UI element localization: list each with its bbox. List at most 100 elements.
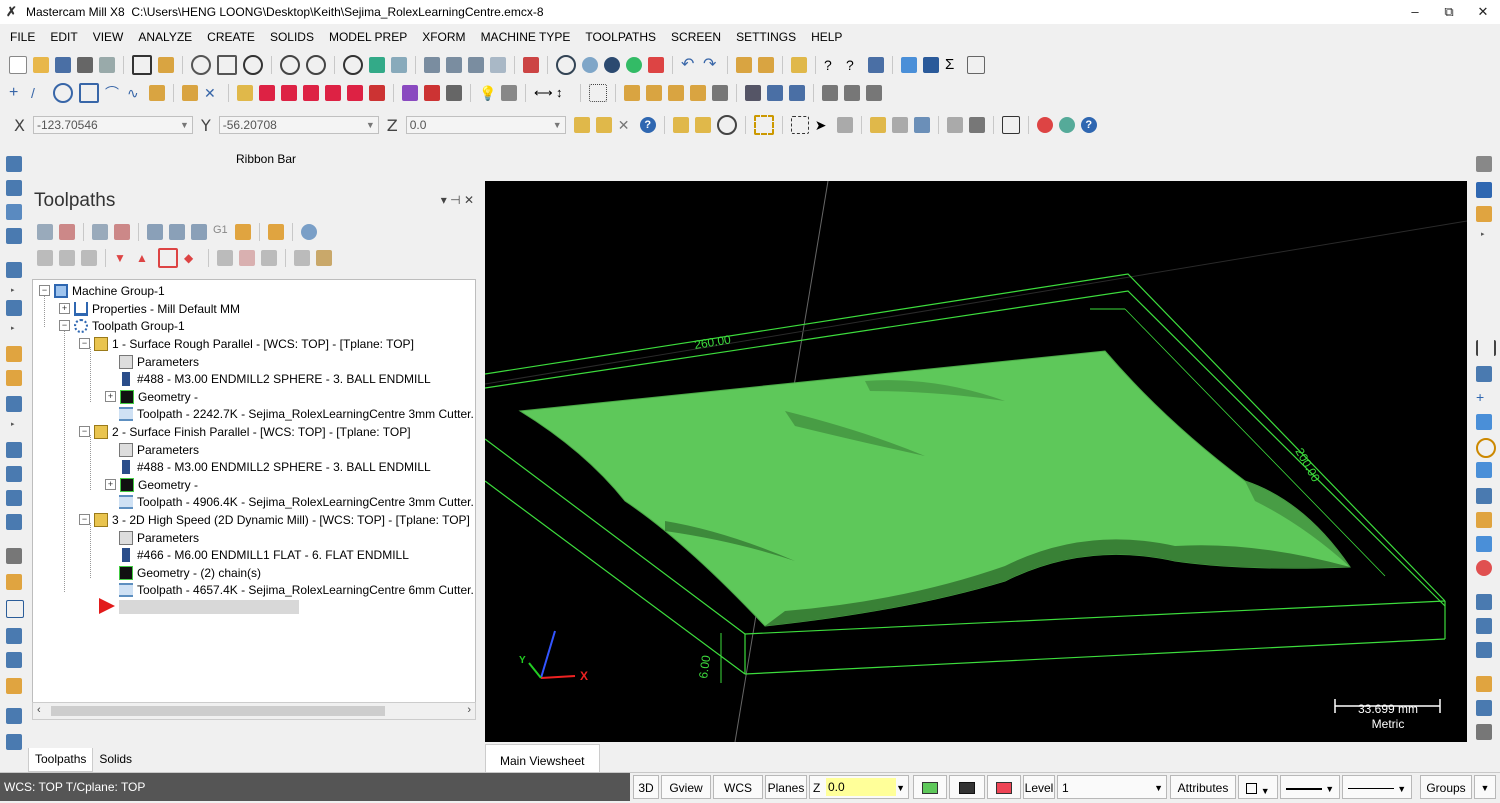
- planes-button[interactable]: Planes: [765, 775, 807, 799]
- hidden-line-icon[interactable]: [648, 57, 664, 73]
- solid-draft-icon[interactable]: [866, 85, 882, 101]
- open-file-icon[interactable]: [33, 57, 49, 73]
- attributes-button[interactable]: Attributes: [1170, 775, 1236, 799]
- scrollbar-thumb[interactable]: [51, 706, 385, 716]
- print-preview-icon[interactable]: [99, 57, 115, 73]
- move-insert-icon[interactable]: ◆: [184, 250, 200, 266]
- tool-manager-icon[interactable]: [6, 708, 22, 724]
- point-icon[interactable]: +: [9, 85, 25, 101]
- arc-icon[interactable]: [1476, 438, 1496, 458]
- solid-extrude-icon[interactable]: [745, 85, 761, 101]
- menu-machine-type[interactable]: MACHINE TYPE: [481, 30, 571, 44]
- gview-button[interactable]: Gview: [661, 775, 711, 799]
- undelete-icon[interactable]: [758, 57, 774, 73]
- mesh-icon[interactable]: [1476, 536, 1492, 552]
- stretch-icon[interactable]: [402, 85, 418, 101]
- plus-icon[interactable]: +: [1476, 390, 1492, 406]
- save-icon[interactable]: [55, 57, 71, 73]
- simulate-ops-icon[interactable]: [191, 224, 207, 240]
- groups-dropdown[interactable]: ▼: [1474, 775, 1496, 799]
- zoom-icon[interactable]: [243, 55, 263, 75]
- x-coordinate-field[interactable]: -123.70546 ▼: [32, 116, 193, 134]
- chevron-down-icon[interactable]: ▼: [896, 776, 905, 800]
- material-icon[interactable]: [626, 57, 642, 73]
- menu-create[interactable]: CREATE: [207, 30, 255, 44]
- pocket-icon[interactable]: [6, 262, 22, 278]
- analyze-icon[interactable]: [791, 57, 807, 73]
- zoom-out-icon[interactable]: [306, 55, 326, 75]
- tree-node-operation-3[interactable]: − 3 - 2D High Speed (2D Dynamic Mill) - …: [79, 511, 470, 528]
- no-entry-icon[interactable]: [1476, 560, 1492, 576]
- y-coordinate-field[interactable]: -56.20708 ▼: [218, 116, 379, 134]
- insert-arrow-icon[interactable]: [99, 598, 115, 614]
- relative-point-icon[interactable]: [595, 117, 612, 133]
- grid-select-icon[interactable]: [6, 600, 24, 618]
- backplot-icon[interactable]: [6, 442, 22, 458]
- sigma-icon[interactable]: Σ: [945, 57, 961, 73]
- tree-node-properties[interactable]: + Properties - Mill Default MM: [59, 300, 240, 317]
- solid-revolve-icon[interactable]: [767, 85, 783, 101]
- tree-node-geometry[interactable]: Geometry - (2) chain(s): [119, 564, 261, 581]
- new-file-icon[interactable]: [9, 56, 27, 74]
- graphics-viewport[interactable]: 260.00 200.00 6.00 X Y 33.699 mm Metric: [485, 181, 1467, 742]
- collapse-icon[interactable]: −: [79, 338, 90, 349]
- expand-icon[interactable]: +: [59, 303, 70, 314]
- machine-def-icon[interactable]: [6, 678, 22, 694]
- extend-icon[interactable]: [446, 85, 462, 101]
- z-coordinate-field[interactable]: 0.0 ▼: [405, 116, 566, 134]
- menu-file[interactable]: FILE: [10, 30, 35, 44]
- scroll-insert-icon[interactable]: [217, 250, 233, 266]
- lightbulb-icon[interactable]: 💡: [479, 85, 496, 101]
- solid-icon[interactable]: [149, 85, 165, 101]
- rectangle-icon[interactable]: [79, 83, 99, 103]
- restore-button[interactable]: ⧉: [1432, 0, 1466, 24]
- level-select[interactable]: 1 ▼: [1057, 775, 1167, 799]
- dynamic-rotate-icon[interactable]: [369, 57, 385, 73]
- solid-shell-icon[interactable]: [844, 85, 860, 101]
- tree-node-tool[interactable]: #488 - M3.00 ENDMILL2 SPHERE - 3. BALL E…: [119, 370, 431, 387]
- surface-rough-icon[interactable]: [6, 346, 22, 362]
- surface-ruled-icon[interactable]: [624, 85, 640, 101]
- ok-icon[interactable]: [1058, 117, 1075, 133]
- tree-node-toolpath[interactable]: Toolpath - 2242.7K - Sejima_RolexLearnin…: [119, 405, 474, 422]
- tab-toolpaths[interactable]: Toolpaths: [28, 748, 94, 772]
- color-icon[interactable]: [1476, 676, 1492, 692]
- lock-icon[interactable]: [6, 548, 22, 564]
- verify-icon[interactable]: [6, 466, 22, 482]
- view-cube-icon[interactable]: [1476, 156, 1492, 172]
- cube-select-icon[interactable]: [836, 117, 853, 133]
- redo-icon[interactable]: ↷: [703, 57, 719, 73]
- tree-node-tool[interactable]: #466 - M6.00 ENDMILL1 FLAT - 6. FLAT END…: [119, 546, 409, 563]
- facing-icon[interactable]: [6, 300, 22, 316]
- tab-solids[interactable]: Solids: [93, 748, 138, 772]
- surface-net-icon[interactable]: [712, 85, 728, 101]
- clear-point-icon[interactable]: ✕: [618, 117, 634, 133]
- level-icon[interactable]: [1476, 594, 1492, 610]
- info-icon[interactable]: [1476, 182, 1492, 198]
- spline-tool-icon[interactable]: [1476, 462, 1492, 478]
- menu-settings[interactable]: SETTINGS: [736, 30, 796, 44]
- chevron-down-icon[interactable]: ▼: [553, 120, 562, 130]
- xform-rotate-icon[interactable]: [281, 85, 297, 101]
- menu-model-prep[interactable]: MODEL PREP: [329, 30, 407, 44]
- post-ops-icon[interactable]: [235, 224, 251, 240]
- material-icon[interactable]: [6, 734, 22, 750]
- shaded-sphere-icon[interactable]: [582, 57, 598, 73]
- surface-revolved-icon[interactable]: [668, 85, 684, 101]
- delete-icon[interactable]: [736, 57, 752, 73]
- view-orientation-icon[interactable]: [523, 57, 539, 73]
- xform-mirror-icon[interactable]: [259, 85, 275, 101]
- xform-roll-icon[interactable]: [369, 85, 385, 101]
- line-tool-icon[interactable]: [1476, 414, 1492, 430]
- tree-node-parameters[interactable]: Parameters: [119, 529, 199, 546]
- repaint-icon[interactable]: [158, 57, 174, 73]
- highfeed-icon[interactable]: [268, 224, 284, 240]
- collapse-icon[interactable]: −: [59, 320, 70, 331]
- contour-icon[interactable]: [6, 228, 22, 244]
- pointer-icon[interactable]: ➤: [815, 117, 831, 133]
- tree-node-tool[interactable]: #488 - M3.00 ENDMILL2 SPHERE - 3. BALL E…: [119, 458, 431, 475]
- close-button[interactable]: ✕: [1466, 0, 1500, 24]
- filter-icon[interactable]: [294, 250, 310, 266]
- menu-analyze[interactable]: ANALYZE: [138, 30, 192, 44]
- help-icon[interactable]: ?: [846, 57, 862, 73]
